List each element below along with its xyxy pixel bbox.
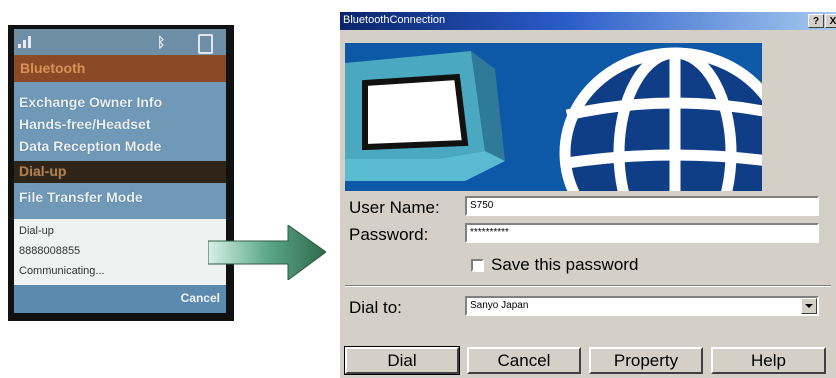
phone-menu-item-label: File Transfer Mode <box>19 189 143 205</box>
phone-menu-header: Bluetooth <box>14 55 226 82</box>
help-button[interactable]: Help <box>711 347 826 374</box>
phone-menu-item-label: Exchange Owner Info <box>19 94 163 110</box>
phone-menu-item-file-transfer[interactable]: File Transfer Mode <box>14 187 226 209</box>
phone-screen: ᛒ Bluetooth Exchange Owner Info Hands-fr… <box>14 29 226 313</box>
bluetooth-icon: ᛒ <box>157 34 166 50</box>
phone-menu-item-exchange-owner-info[interactable]: Exchange Owner Info <box>14 92 226 114</box>
dialog-separator <box>345 285 831 287</box>
user-name-input[interactable]: S750 <box>465 196 819 216</box>
dropdown-arrow-icon[interactable] <box>801 298 817 314</box>
phone-status-bar: ᛒ <box>14 29 226 55</box>
phone-menu-item-label: Data Reception Mode <box>19 138 162 154</box>
phone-device: ᛒ Bluetooth Exchange Owner Info Hands-fr… <box>8 25 234 321</box>
dialog-banner-image <box>345 43 762 191</box>
phone-menu-header-label: Bluetooth <box>20 60 86 76</box>
cancel-button[interactable]: Cancel <box>467 347 581 374</box>
password-input[interactable]: ********** <box>465 223 819 243</box>
close-titlebar-button[interactable]: X <box>825 14 836 28</box>
password-label: Password: <box>349 225 429 244</box>
phone-softkey-bar: Cancel <box>14 285 226 313</box>
signal-icon <box>18 36 36 48</box>
popup-number: 8888008855 <box>19 245 81 257</box>
help-titlebar-button[interactable]: ? <box>808 14 824 28</box>
dial-button[interactable]: Dial <box>344 346 460 375</box>
dialog-title: BluetoothConnection <box>343 14 446 26</box>
dialog-titlebar[interactable]: BluetoothConnection ? X <box>340 12 836 30</box>
phone-menu-item-hands-free[interactable]: Hands-free/Headset <box>14 114 226 136</box>
phone-menu-item-label: Dial-up <box>19 163 67 179</box>
popup-status: Communicating... <box>19 265 105 277</box>
user-name-label: User Name: <box>349 198 440 217</box>
phone-menu-item-dial-up[interactable]: Dial-up <box>14 161 226 183</box>
phone-menu-item-data-reception[interactable]: Data Reception Mode <box>14 136 226 158</box>
popup-title: Dial-up <box>19 225 54 237</box>
bluetooth-connection-dialog: BluetoothConnection ? X User Name: S750 … <box>340 12 836 378</box>
dial-to-label: Dial to: <box>349 298 402 317</box>
battery-icon <box>198 34 213 54</box>
phone-dialup-popup: Dial-up 8888008855 Communicating... <box>14 219 226 285</box>
monitor-icon <box>345 51 505 181</box>
phone-menu-item-label: Hands-free/Headset <box>19 116 151 132</box>
save-password-label[interactable]: Save this password <box>491 255 638 275</box>
phone-cancel-softkey[interactable]: Cancel <box>181 291 220 305</box>
property-button[interactable]: Property <box>589 347 703 374</box>
arrow-right-icon <box>208 225 326 280</box>
dial-to-select[interactable]: Sanyo Japan <box>465 296 819 316</box>
save-password-checkbox[interactable] <box>471 259 484 272</box>
